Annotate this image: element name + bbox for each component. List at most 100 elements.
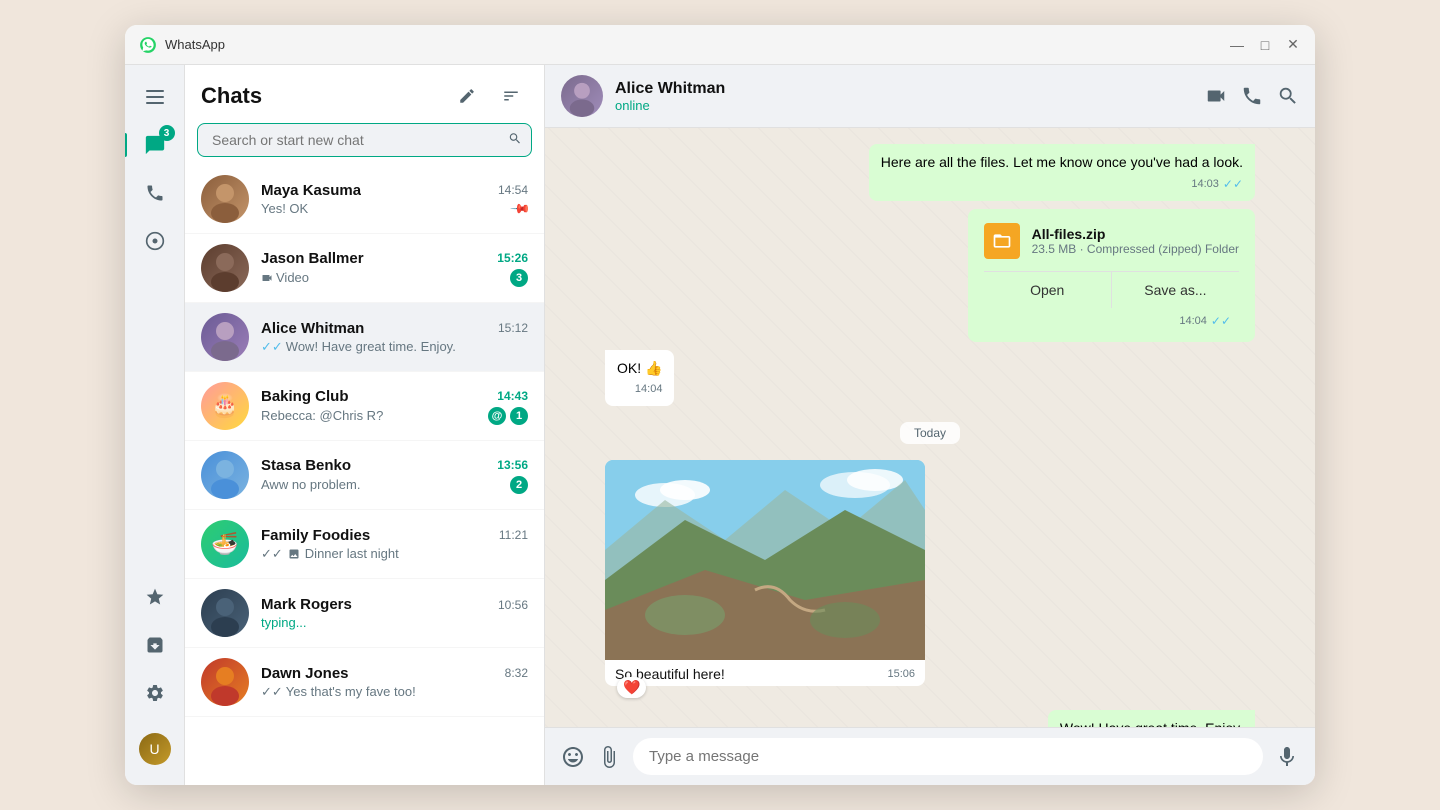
emoji-button[interactable] [561, 745, 585, 769]
file-header: All-files.zip 23.5 MB · Compressed (zipp… [984, 223, 1239, 259]
chat-preview-mark: typing... [261, 615, 528, 630]
sidebar-calls-icon[interactable] [133, 171, 177, 215]
message-received-1: OK! 👍 14:04 [605, 350, 674, 406]
chat-item-family[interactable]: 🍜 Family Foodies 11:21 ✓✓ Dinner last ni… [185, 510, 544, 579]
video-call-button[interactable] [1205, 85, 1227, 107]
sidebar-menu-icon[interactable] [133, 75, 177, 119]
avatar-mark [201, 589, 249, 637]
search-bar [197, 123, 532, 157]
user-avatar[interactable]: U [133, 727, 177, 771]
chat-item-baking[interactable]: 🎂 Baking Club 14:43 Rebecca: @Chris R? @… [185, 372, 544, 441]
sidebar-starred-icon[interactable] [133, 575, 177, 619]
input-area [545, 727, 1315, 785]
message-check-1: ✓✓ [1223, 175, 1243, 193]
photo-bubble: So beautiful here! 15:06 [605, 460, 925, 686]
sidebar-settings-icon[interactable] [133, 671, 177, 715]
photo-image [605, 460, 925, 660]
sidebar-archive-icon[interactable] [133, 623, 177, 667]
chat-item-dawn[interactable]: Dawn Jones 8:32 ✓✓ Yes that's my fave to… [185, 648, 544, 717]
chat-item-maya[interactable]: Maya Kasuma 14:54 Yes! OK 📌 [185, 165, 544, 234]
file-info: All-files.zip 23.5 MB · Compressed (zipp… [1032, 226, 1239, 256]
file-message: All-files.zip 23.5 MB · Compressed (zipp… [968, 209, 1255, 342]
chat-name-jason: Jason Ballmer [261, 250, 364, 267]
avatar-dawn [201, 658, 249, 706]
chat-item-alice[interactable]: Alice Whitman 15:12 ✓✓ Wow! Have great t… [185, 303, 544, 372]
voice-message-button[interactable] [1275, 745, 1299, 769]
chat-time-alice: 15:12 [498, 321, 528, 335]
day-divider-label: Today [900, 422, 960, 444]
maximize-button[interactable]: □ [1257, 37, 1273, 53]
chat-info-baking: Baking Club 14:43 Rebecca: @Chris R? @ 1 [261, 388, 528, 425]
chats-header: Chats [185, 65, 544, 123]
chat-preview-alice: ✓✓ Wow! Have great time. Enjoy. [261, 339, 528, 355]
message-text-received-1: OK! 👍 [617, 360, 662, 376]
photo-message-time: 15:06 [887, 668, 915, 680]
close-button[interactable]: ✕ [1285, 37, 1301, 53]
avatar-family: 🍜 [201, 520, 249, 568]
message-text-final: Wow! Have great time. Enjoy. [1060, 720, 1243, 728]
chat-preview-dawn: ✓✓ Yes that's my fave too! [261, 684, 528, 700]
chat-time-mark: 10:56 [498, 598, 528, 612]
avatar-jason [201, 244, 249, 292]
chat-item-jason[interactable]: Jason Ballmer 15:26 Video 3 [185, 234, 544, 303]
chat-contact-name: Alice Whitman [615, 80, 1193, 98]
chat-item-stasa[interactable]: Stasa Benko 13:56 Aww no problem. 2 [185, 441, 544, 510]
chat-time-baking: 14:43 [497, 389, 528, 403]
app-title: WhatsApp [165, 37, 1229, 52]
new-chat-button[interactable] [450, 79, 484, 113]
chat-time-family: 11:21 [499, 528, 528, 542]
message-time-received-1: 14:04 [635, 381, 663, 398]
chat-area: Alice Whitman online [545, 65, 1315, 785]
message-input[interactable] [633, 738, 1263, 775]
chat-contact-status: online [615, 98, 1193, 113]
window-controls: — □ ✕ [1229, 37, 1301, 53]
app-window: WhatsApp — □ ✕ 3 [125, 25, 1315, 785]
sidebar-chats-icon[interactable]: 3 [133, 123, 177, 167]
photo-reaction: ❤️ [617, 677, 646, 698]
day-divider: Today [605, 424, 1255, 442]
search-input[interactable] [197, 123, 532, 157]
chat-name-maya: Maya Kasuma [261, 182, 361, 199]
chat-preview-jason: Video [261, 270, 510, 285]
chats-title: Chats [201, 83, 262, 109]
chat-list: Maya Kasuma 14:54 Yes! OK 📌 [185, 165, 544, 785]
unread-badge-baking: 1 [510, 407, 528, 425]
unread-badge-jason: 3 [510, 269, 528, 287]
avatar-stasa [201, 451, 249, 499]
minimize-button[interactable]: — [1229, 37, 1245, 53]
chat-name-family: Family Foodies [261, 527, 370, 544]
voice-call-button[interactable] [1241, 85, 1263, 107]
chat-header-avatar[interactable] [561, 75, 603, 117]
filter-button[interactable] [494, 79, 528, 113]
search-messages-button[interactable] [1277, 85, 1299, 107]
chats-panel: Chats [185, 65, 545, 785]
chat-time-jason: 15:26 [497, 251, 528, 265]
message-time-1: 14:03 [1191, 176, 1219, 193]
message-text-1: Here are all the files. Let me know once… [881, 154, 1243, 170]
chat-info-stasa: Stasa Benko 13:56 Aww no problem. 2 [261, 457, 528, 494]
message-sent-1: Here are all the files. Let me know once… [869, 144, 1255, 201]
chat-info-dawn: Dawn Jones 8:32 ✓✓ Yes that's my fave to… [261, 665, 528, 700]
chat-preview-family: ✓✓ Dinner last night [261, 546, 528, 562]
file-actions: Open Save as... [984, 271, 1239, 308]
message-sent-final: Wow! Have great time. Enjoy. 15:12 ✓✓ [1048, 710, 1255, 728]
chat-item-mark[interactable]: Mark Rogers 10:56 typing... [185, 579, 544, 648]
chat-info-mark: Mark Rogers 10:56 typing... [261, 596, 528, 630]
chat-name-alice: Alice Whitman [261, 320, 364, 337]
file-save-button[interactable]: Save as... [1111, 272, 1239, 308]
chat-info-family: Family Foodies 11:21 ✓✓ Dinner last nigh… [261, 527, 528, 562]
file-open-button[interactable]: Open [984, 272, 1111, 308]
search-icon [508, 132, 522, 149]
attach-button[interactable] [597, 745, 621, 769]
chat-info-maya: Maya Kasuma 14:54 Yes! OK 📌 [261, 182, 528, 217]
mention-badge-baking: @ [488, 407, 506, 425]
unread-badge-stasa: 2 [510, 476, 528, 494]
chat-name-dawn: Dawn Jones [261, 665, 349, 682]
chat-preview-maya: Yes! OK [261, 201, 512, 216]
messages-area: Here are all the files. Let me know once… [545, 128, 1315, 727]
chat-info-alice: Alice Whitman 15:12 ✓✓ Wow! Have great t… [261, 320, 528, 355]
chat-preview-stasa: Aww no problem. [261, 477, 510, 492]
chat-header: Alice Whitman online [545, 65, 1315, 128]
sidebar-status-icon[interactable] [133, 219, 177, 263]
chat-info-jason: Jason Ballmer 15:26 Video 3 [261, 250, 528, 287]
